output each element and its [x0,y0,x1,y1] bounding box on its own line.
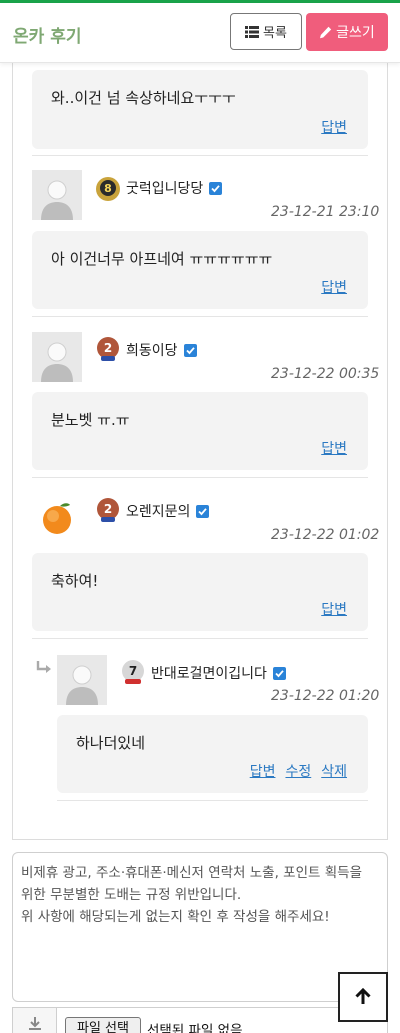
scroll-top-button[interactable] [338,972,388,1022]
list-icon [245,25,260,38]
comment-divider [32,316,368,317]
check-badge-icon [272,666,286,680]
download-icon [13,1008,57,1033]
comment-text: 와..이건 넘 속상하네요ㅜㅜㅜ [51,89,236,107]
comment-date: 23-12-22 01:20 [271,688,380,704]
level-badge-icon: 2 [95,336,121,362]
comment-textarea[interactable]: 비제휴 광고, 주소·휴대폰·메신저 연락처 노출, 포인트 획득을 위한 무분… [12,852,388,1002]
level-number: 8 [104,182,112,195]
editor-notice-line: 비제휴 광고, 주소·휴대폰·메신저 연락처 노출, 포인트 획득을 [21,865,362,881]
page-header: 온카 후기 목록 글쓰기 [0,3,400,63]
edit-link[interactable]: 수정 [285,761,311,781]
file-upload-row: 파일 선택 선택된 파일 없음 [12,1007,388,1033]
comment-body: 분노벳 ㅠ.ㅠ 답변 [32,392,368,470]
comment-author[interactable]: 오렌지문의 [126,501,210,521]
write-button-label: 글쓰기 [336,25,375,41]
reply-link[interactable]: 답변 [321,599,347,619]
comment-author[interactable]: 반대로걸면이깁니다 [151,663,286,683]
comment-divider [32,638,368,639]
comment-divider [32,477,368,478]
avatar[interactable] [32,170,82,220]
author-nickname: 희동이당 [126,343,178,359]
editor-notice-line: 위 사항에 해당되는게 없는지 확인 후 작성을 해주세요! [21,909,330,925]
file-status: 선택된 파일 없음 [147,1023,243,1033]
level-badge-icon: 8 [95,176,121,202]
comment-author[interactable]: 희동이당 [126,340,197,360]
board-title[interactable]: 온카 후기 [13,22,81,47]
write-button[interactable]: 글쓰기 [306,13,388,51]
comment-body: 하나더있네 답변 수정 삭제 [57,715,368,793]
comment-text: 아 이건너무 아프네여 ㅠㅠㅠㅠㅠㅠ [51,250,273,268]
comment-actions: 답변 수정 삭제 [250,761,347,781]
comment-text: 하나더있네 [76,734,146,752]
reply-link[interactable]: 답변 [321,277,347,297]
author-nickname: 오렌지문의 [126,504,191,520]
level-badge-icon: 7 [120,659,146,685]
reply-arrow-icon [36,660,52,679]
comment-divider [32,155,368,156]
avatar[interactable] [32,493,82,543]
level-number: 7 [129,664,137,678]
author-nickname: 반대로걸면이깁니다 [151,666,267,682]
reply-link[interactable]: 답변 [250,761,276,781]
comment-text: 분노벳 ㅠ.ㅠ [51,411,130,429]
comment-date: 23-12-21 23:10 [271,204,380,220]
avatar[interactable] [32,332,82,382]
comment-actions: 답변 [321,438,347,458]
comment-body: 아 이건너무 아프네여 ㅠㅠㅠㅠㅠㅠ 답변 [32,231,368,309]
pencil-icon [319,26,332,39]
level-number: 2 [104,341,112,355]
comment-text: 축하여! [51,572,99,590]
editor-notice-line: 위한 무분별한 도배는 규정 위반입니다. [21,887,242,903]
list-button[interactable]: 목록 [230,13,302,50]
author-nickname: 굿럭입니당당 [126,181,204,197]
check-badge-icon [196,504,210,518]
default-avatar-icon [32,332,82,382]
list-button-label: 목록 [263,26,287,41]
comment-body: 축하여! 답변 [32,553,368,631]
check-badge-icon [183,343,197,357]
arrow-up-icon [355,988,371,1004]
delete-link[interactable]: 삭제 [321,761,347,781]
check-badge-icon [209,181,223,195]
default-avatar-icon [32,170,82,220]
avatar[interactable] [57,655,107,705]
level-number: 2 [104,502,112,516]
comment-author[interactable]: 굿럭입니당당 [126,178,223,198]
comment-actions: 답변 [321,117,347,137]
reply-link[interactable]: 답변 [321,438,347,458]
comment-divider [57,800,368,801]
reply-link[interactable]: 답변 [321,117,347,137]
comment-date: 23-12-22 00:35 [271,366,380,382]
default-avatar-icon [57,655,107,705]
comment-actions: 답변 [321,277,347,297]
file-select-button[interactable]: 파일 선택 [65,1017,141,1033]
comment-actions: 답변 [321,599,347,619]
orange-avatar-icon [32,493,82,543]
comment-date: 23-12-22 01:02 [271,527,380,543]
level-badge-icon: 2 [95,497,121,523]
comment-body: 와..이건 넘 속상하네요ㅜㅜㅜ 답변 [32,70,368,149]
